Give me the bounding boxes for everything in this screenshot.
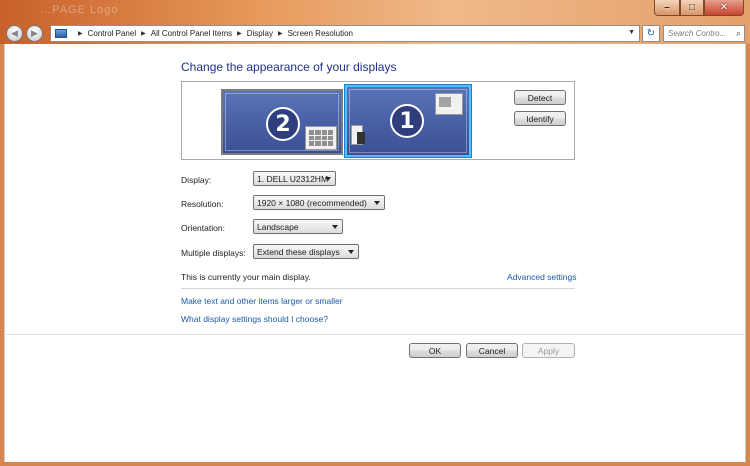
title-bar: ...PAGE Logo – □ ✕: [0, 0, 750, 22]
computer-tower-icon: [351, 125, 365, 145]
monitor-2-number: 2: [266, 107, 300, 141]
orientation-label: Orientation:: [181, 223, 225, 233]
address-row: ◀ ▶ ▶ Control Panel ▶ All Control Panel …: [0, 22, 750, 44]
back-button[interactable]: ◀: [6, 25, 23, 42]
orientation-select-value: Landscape: [257, 221, 299, 232]
chevron-down-icon: [348, 250, 354, 254]
monitor-1-number: 1: [390, 104, 424, 138]
address-dropdown-icon[interactable]: ▼: [628, 29, 635, 36]
chevron-down-icon: [332, 225, 338, 229]
window-border-bottom: [0, 462, 750, 466]
advanced-settings-link[interactable]: Advanced settings: [507, 272, 576, 282]
main-display-text: This is currently your main display.: [181, 272, 311, 282]
title-ghost-text: ...PAGE Logo: [40, 4, 119, 16]
desktop-icon: [435, 93, 463, 115]
display-label: Display:: [181, 175, 212, 185]
refresh-icon: ↻: [646, 28, 656, 39]
text-size-link[interactable]: Make text and other items larger or smal…: [181, 296, 343, 306]
resolution-select-value: 1920 × 1080 (recommended): [257, 197, 367, 208]
refresh-button[interactable]: ↻: [642, 25, 660, 42]
window-controls: – □ ✕: [654, 0, 744, 16]
control-panel-icon: [55, 29, 67, 38]
address-bar[interactable]: ▶ Control Panel ▶ All Control Panel Item…: [50, 25, 640, 42]
close-button[interactable]: ✕: [704, 0, 744, 16]
chevron-right-icon[interactable]: ▶: [237, 30, 242, 37]
breadcrumb-display[interactable]: Display: [247, 29, 273, 38]
chevron-right-icon: ▶: [78, 31, 83, 37]
close-icon: ✕: [719, 2, 729, 13]
footer-divider: [4, 334, 746, 335]
back-arrow-icon: ◀: [11, 28, 18, 38]
search-icon: ⌕: [735, 28, 741, 38]
maximize-button[interactable]: □: [680, 0, 704, 16]
breadcrumb-screen-resolution[interactable]: Screen Resolution: [288, 29, 353, 38]
window-border-right: [746, 44, 750, 464]
display-select[interactable]: 1. DELL U2312HM: [253, 171, 336, 186]
orientation-select[interactable]: Landscape: [253, 219, 343, 234]
breadcrumb-control-panel[interactable]: Control Panel: [88, 29, 136, 38]
page-title: Change the appearance of your displays: [181, 60, 397, 74]
multiple-displays-select[interactable]: Extend these displays: [253, 244, 359, 259]
display-help-link[interactable]: What display settings should I choose?: [181, 314, 328, 324]
multiple-displays-label: Multiple displays:: [181, 248, 246, 258]
display-select-value: 1. DELL U2312HM: [257, 173, 329, 184]
minimize-button[interactable]: –: [654, 0, 680, 16]
breadcrumb: ▶ Control Panel ▶ All Control Panel Item…: [73, 29, 353, 38]
apply-button[interactable]: Apply: [522, 343, 575, 358]
search-placeholder: Search Contro...: [668, 29, 727, 38]
identify-button[interactable]: Identify: [514, 111, 566, 126]
monitor-1[interactable]: 1: [345, 85, 471, 157]
keypad-icon: [305, 126, 337, 150]
chevron-right-icon[interactable]: ▶: [278, 30, 283, 37]
resolution-select[interactable]: 1920 × 1080 (recommended): [253, 195, 385, 210]
chevron-right-icon[interactable]: ▶: [141, 30, 146, 37]
multiple-displays-select-value: Extend these displays: [257, 246, 340, 257]
chevron-down-icon: [374, 201, 380, 205]
breadcrumb-all-items[interactable]: All Control Panel Items: [151, 29, 232, 38]
monitor-2[interactable]: 2: [221, 89, 343, 155]
search-input[interactable]: Search Contro... ⌕: [663, 25, 745, 42]
forward-arrow-icon: ▶: [31, 28, 38, 38]
detect-button[interactable]: Detect: [514, 90, 566, 105]
resolution-label: Resolution:: [181, 199, 224, 209]
ok-button[interactable]: OK: [409, 343, 461, 358]
cancel-button[interactable]: Cancel: [466, 343, 518, 358]
forward-button[interactable]: ▶: [26, 25, 43, 42]
chevron-down-icon: [325, 177, 331, 181]
minimize-icon: –: [664, 2, 670, 13]
divider: [181, 288, 575, 289]
maximize-icon: □: [688, 2, 696, 13]
